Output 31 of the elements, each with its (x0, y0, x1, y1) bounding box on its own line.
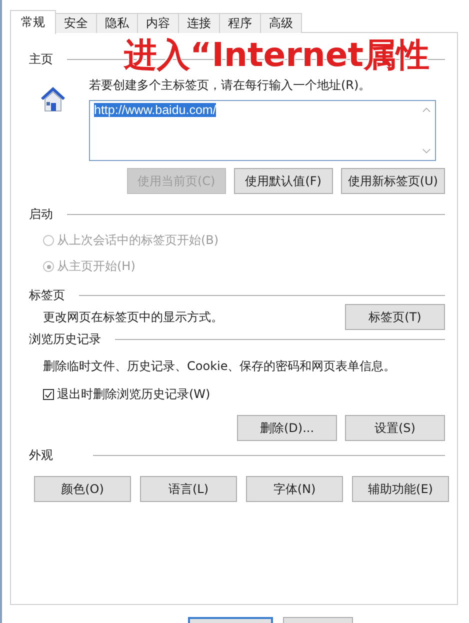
checkbox-label: 退出时删除浏览历史记录(W) (57, 386, 210, 403)
tabs-button[interactable]: 标签页(T) (345, 304, 445, 330)
homepage-button[interactable]: 使用新标签页(U) (340, 168, 445, 194)
radio-label: 从主页开始(H) (57, 258, 136, 275)
description-text: 更改网页在标签页中的显示方式。 (43, 308, 223, 326)
section-heading: 标签页 (29, 287, 65, 304)
tab[interactable]: 连接 (178, 13, 220, 33)
tab[interactable]: 内容 (137, 13, 179, 33)
history-button[interactable]: 设置(S) (345, 415, 445, 441)
appearance-button[interactable]: 字体(N) (246, 476, 343, 502)
tab[interactable]: 隐私 (96, 13, 138, 33)
section-heading: 主页 (29, 51, 53, 68)
section-heading: 外观 (29, 447, 53, 464)
homepage-button[interactable]: 使用默认值(F) (234, 168, 333, 194)
instruction-text: 若要创建多个主标签页，请在每行输入一个地址(R)。 (89, 77, 372, 94)
tab[interactable]: 安全 (55, 13, 97, 33)
radio-label: 从上次会话中的标签页开始(B) (57, 232, 219, 249)
checkbox[interactable] (43, 389, 54, 400)
history-button[interactable]: 删除(D)... (237, 415, 337, 441)
url-text: http://www.baidu.com/ (94, 103, 216, 117)
description-text: 删除临时文件、历史记录、Cookie、保存的密码和网页表单信息。 (43, 358, 397, 375)
section-heading: 启动 (29, 206, 53, 223)
appearance-button[interactable]: 语言(L) (140, 476, 237, 502)
section-heading: 浏览历史记录 (29, 331, 101, 348)
tab[interactable]: 程序 (219, 13, 261, 33)
tab[interactable]: 高级 (260, 13, 302, 33)
appearance-button[interactable]: 颜色(O) (34, 476, 131, 502)
annotation-text: 进入“Internet属性 (124, 38, 430, 71)
appearance-button[interactable]: 辅助功能(E) (352, 476, 449, 502)
tab[interactable]: 常规 (10, 10, 56, 34)
homepage-field[interactable]: http://www.baidu.com/ (89, 100, 436, 161)
